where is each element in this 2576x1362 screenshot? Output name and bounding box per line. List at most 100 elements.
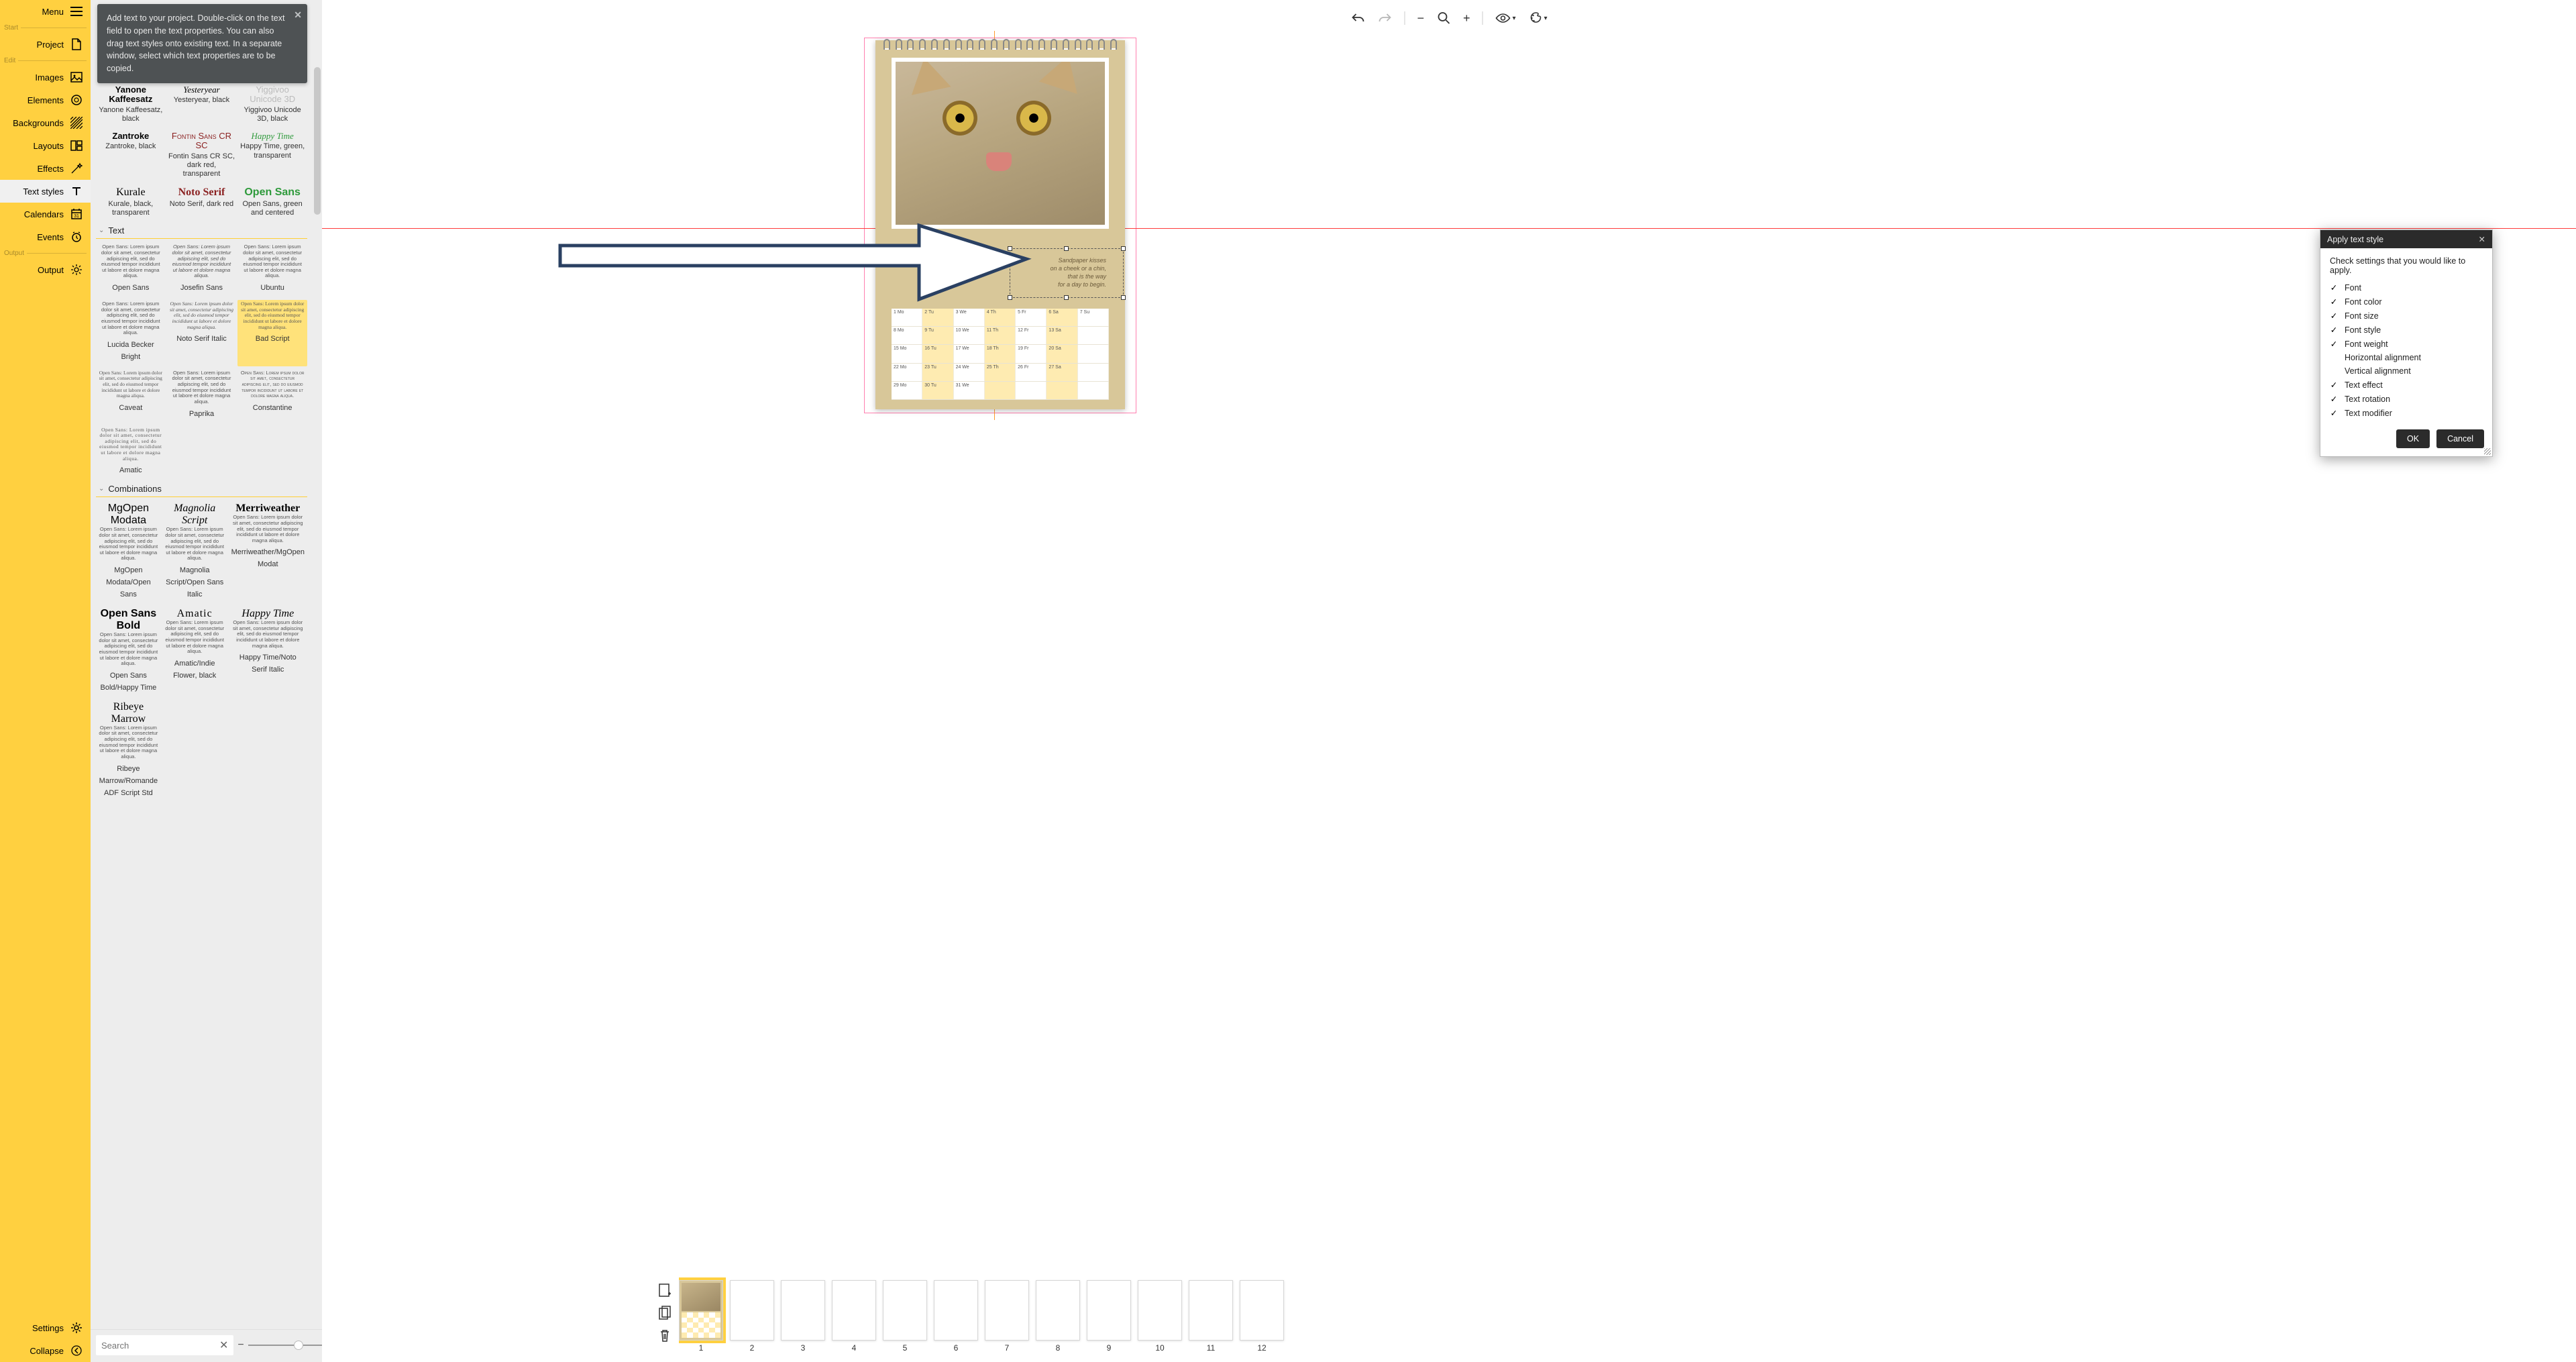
dialog-check-item[interactable]: ✓Font size — [2330, 309, 2483, 323]
style-item[interactable]: AmaticOpen Sans: Lorem ipsum dolor sit a… — [162, 607, 227, 697]
page-thumb[interactable]: 1 — [679, 1280, 723, 1353]
calendar-cell[interactable]: 25 Th — [985, 364, 1016, 381]
nav-collapse[interactable]: Collapse — [0, 1339, 91, 1362]
calendar-cell[interactable]: 17 We — [954, 345, 985, 362]
style-item[interactable]: KuraleKurale, black, transparent — [96, 185, 166, 221]
resize-grip[interactable] — [2484, 448, 2491, 455]
clear-icon[interactable]: ✕ — [219, 1339, 228, 1352]
nav-text-styles[interactable]: Text styles — [0, 180, 91, 203]
calendar-cell[interactable] — [985, 382, 1016, 399]
dialog-check-item[interactable]: ✓Text modifier — [2330, 406, 2483, 420]
calendar-cell[interactable]: 5 Fr — [1016, 309, 1046, 326]
page-thumb[interactable]: 7 — [985, 1280, 1029, 1353]
calendar-cell[interactable]: 19 Fr — [1016, 345, 1046, 362]
calendar-cell[interactable]: 6 Sa — [1046, 309, 1077, 326]
nav-events[interactable]: Events — [0, 225, 91, 248]
canvas-viewport[interactable]: Sandpaper kisses on a cheek or a chin, t… — [322, 0, 2576, 1362]
page-thumb[interactable]: 4 — [832, 1280, 876, 1353]
style-item[interactable]: Open Sans BoldOpen Sans: Lorem ipsum dol… — [96, 607, 161, 697]
style-item[interactable]: Open Sans: Lorem ipsum dolor sit amet, c… — [96, 300, 166, 366]
calendar-cell[interactable] — [1078, 345, 1109, 362]
calendar-cell[interactable]: 16 Tu — [922, 345, 953, 362]
style-item[interactable]: Open Sans: Lorem ipsum dolor sit amet, c… — [167, 243, 237, 297]
calendar-cell[interactable]: 23 Tu — [922, 364, 953, 381]
calendar-cell[interactable]: 24 We — [954, 364, 985, 381]
duplicate-page-button[interactable] — [657, 1306, 672, 1320]
calendar-cell[interactable] — [1078, 364, 1109, 381]
calendar-cell[interactable]: 7 Su — [1078, 309, 1109, 326]
delete-page-button[interactable] — [657, 1328, 672, 1343]
search-input[interactable]: ✕ — [96, 1335, 233, 1355]
calendar-cell[interactable] — [1078, 382, 1109, 399]
style-item[interactable]: Happy TimeOpen Sans: Lorem ipsum dolor s… — [229, 607, 307, 697]
dialog-check-item[interactable]: ✓Text rotation — [2330, 392, 2483, 406]
add-page-button[interactable] — [657, 1283, 672, 1298]
style-item[interactable]: Open Sans: Lorem ipsum dolor sit amet, c… — [237, 243, 307, 297]
calendar-cell[interactable]: 26 Fr — [1016, 364, 1046, 381]
style-item[interactable]: Happy TimeHappy Time, green, transparent — [237, 130, 307, 182]
page-thumb[interactable]: 2 — [730, 1280, 774, 1353]
calendar-cell[interactable]: 9 Tu — [922, 327, 953, 344]
nav-elements[interactable]: Elements — [0, 89, 91, 111]
close-icon[interactable]: ✕ — [294, 8, 302, 22]
dialog-check-item[interactable]: ✓Font style — [2330, 323, 2483, 337]
calendar-cell[interactable]: 30 Tu — [922, 382, 953, 399]
dialog-titlebar[interactable]: Apply text style ✕ — [2320, 230, 2492, 248]
calendar-cell[interactable]: 31 We — [954, 382, 985, 399]
calendar-cell[interactable]: 20 Sa — [1046, 345, 1077, 362]
style-item[interactable]: Open Sans: Lorem ipsum dolor sit amet, c… — [96, 369, 166, 423]
nav-backgrounds[interactable]: Backgrounds — [0, 111, 91, 134]
page-thumb[interactable]: 9 — [1087, 1280, 1131, 1353]
style-item[interactable]: Noto SerifNoto Serif, dark red — [167, 185, 237, 221]
style-item[interactable]: Open Sans: Lorem ipsum dolor sit amet, c… — [96, 426, 166, 480]
calendar-page[interactable]: Sandpaper kisses on a cheek or a chin, t… — [875, 40, 1125, 409]
style-item[interactable]: Ribeye MarrowOpen Sans: Lorem ipsum dolo… — [96, 700, 161, 802]
nav-project[interactable]: Project — [0, 33, 91, 56]
calendar-cell[interactable]: 3 We — [954, 309, 985, 326]
nav-effects[interactable]: Effects — [0, 157, 91, 180]
style-item[interactable]: Yiggivoo Unicode 3DYiggivoo Unicode 3D, … — [237, 84, 307, 127]
ok-button[interactable]: OK — [2396, 429, 2430, 448]
calendar-cell[interactable]: 1 Mo — [892, 309, 922, 326]
calendar-cell[interactable]: 13 Sa — [1046, 327, 1077, 344]
close-icon[interactable]: ✕ — [2479, 234, 2485, 244]
style-item[interactable]: Open Sans: Lorem ipsum dolor sit amet, c… — [96, 243, 166, 297]
calendar-cell[interactable]: 22 Mo — [892, 364, 922, 381]
style-item[interactable]: Fontin Sans CR SCFontin Sans CR SC, dark… — [167, 130, 237, 182]
style-item[interactable]: MerriweatherOpen Sans: Lorem ipsum dolor… — [229, 501, 307, 604]
nav-settings[interactable]: Settings — [0, 1316, 91, 1339]
calendar-cell[interactable]: 10 We — [954, 327, 985, 344]
calendar-cell[interactable]: 11 Th — [985, 327, 1016, 344]
style-item[interactable]: Magnolia ScriptOpen Sans: Lorem ipsum do… — [162, 501, 227, 604]
thumb-zoom-slider[interactable] — [248, 1345, 322, 1346]
style-item[interactable]: Open SansOpen Sans, green and centered — [237, 185, 307, 221]
calendar-cell[interactable]: 12 Fr — [1016, 327, 1046, 344]
page-thumb[interactable]: 11 — [1189, 1280, 1233, 1353]
search-field[interactable] — [101, 1341, 219, 1351]
style-item[interactable]: Open Sans: Lorem ipsum dolor sit amet, c… — [167, 300, 237, 366]
nav-calendars[interactable]: Calendars 31 — [0, 203, 91, 225]
thumb-zoom-out[interactable]: − — [237, 1339, 244, 1351]
panel-scrollbar[interactable] — [314, 67, 321, 215]
page-thumb[interactable]: 5 — [883, 1280, 927, 1353]
style-item-selected[interactable]: Open Sans: Lorem ipsum dolor sit amet, c… — [237, 300, 307, 366]
calendar-cell[interactable] — [1046, 382, 1077, 399]
dialog-check-item[interactable]: ✓Font color — [2330, 295, 2483, 309]
style-item[interactable]: MgOpen ModataOpen Sans: Lorem ipsum dolo… — [96, 501, 161, 604]
cancel-button[interactable]: Cancel — [2436, 429, 2484, 448]
calendar-cell[interactable]: 18 Th — [985, 345, 1016, 362]
calendar-cell[interactable]: 29 Mo — [892, 382, 922, 399]
menu-button[interactable]: Menu — [0, 0, 91, 23]
dialog-check-item[interactable]: ✓Text effect — [2330, 378, 2483, 392]
calendar-grid[interactable]: 1 Mo2 Tu3 We4 Th5 Fr6 Sa7 Su8 Mo9 Tu10 W… — [892, 309, 1109, 400]
nav-layouts[interactable]: Layouts — [0, 134, 91, 157]
text-selection-box[interactable] — [1010, 248, 1124, 298]
calendar-cell[interactable]: 27 Sa — [1046, 364, 1077, 381]
calendar-cell[interactable]: 2 Tu — [922, 309, 953, 326]
style-item[interactable]: Open Sans: Lorem ipsum dolor sit amet, c… — [167, 369, 237, 423]
style-item[interactable]: ZantrokeZantroke, black — [96, 130, 166, 182]
calendar-cell[interactable]: 4 Th — [985, 309, 1016, 326]
style-item[interactable]: YesteryearYesteryear, black — [167, 84, 237, 127]
page-thumb[interactable]: 8 — [1036, 1280, 1080, 1353]
page-thumb[interactable]: 3 — [781, 1280, 825, 1353]
